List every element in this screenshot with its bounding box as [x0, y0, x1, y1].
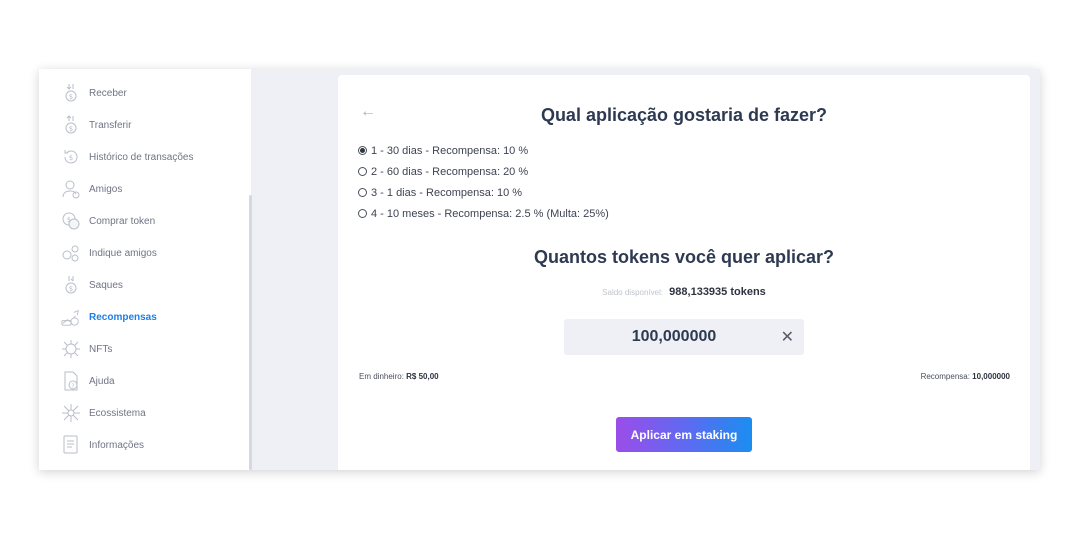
available-balance: Saldo disponível: 988,133935 tokens [530, 286, 838, 298]
balance-value: 988,133935 tokens [669, 286, 766, 298]
reward-estimate: Recompensa: 10,000000 [921, 372, 1010, 381]
sidebar-item-label: Histórico de transações [89, 151, 194, 163]
option-label: 3 - 1 dias - Recompensa: 10 % [371, 186, 523, 199]
buy-token-icon: $ [61, 210, 81, 232]
app-window: $ Receber $ Transferir $ Histórico de tr… [39, 69, 1040, 470]
sidebar-item-ecossistema[interactable]: Ecossistema [61, 400, 146, 426]
sidebar-item-transferir[interactable]: $ Transferir [61, 112, 131, 138]
balance-label: Saldo disponível: [602, 288, 664, 297]
option-radio-4[interactable]: 4 - 10 meses - Recompensa: 2.5 % (Multa:… [358, 203, 609, 224]
sidebar-item-indique-amigos[interactable]: Indique amigos [61, 240, 157, 266]
tokens-title: Quantos tokens você quer aplicar? [533, 247, 835, 267]
sidebar-scrollbar[interactable] [249, 195, 252, 470]
svg-text:?: ? [71, 383, 74, 390]
sidebar-item-receber[interactable]: $ Receber [61, 80, 127, 106]
nft-icon [61, 338, 81, 360]
sidebar-item-nfts[interactable]: NFTs [61, 336, 112, 362]
sidebar-item-label: Ecossistema [89, 407, 146, 419]
refer-friends-icon [61, 242, 81, 264]
withdraw-icon: $ [61, 274, 81, 296]
cash-equivalent: Em dinheiro: R$ 50,00 [359, 372, 439, 381]
help-icon: ? [61, 370, 81, 392]
option-radio-1[interactable]: 1 - 30 dias - Recompensa: 10 % [358, 140, 609, 161]
svg-text:$: $ [67, 216, 71, 224]
sidebar-item-label: Informações [89, 439, 145, 451]
option-radio-3[interactable]: 3 - 1 dias - Recompensa: 10 % [358, 182, 609, 203]
option-radio-2[interactable]: 2 - 60 dias - Recompensa: 20 % [358, 161, 609, 182]
svg-text:$: $ [69, 154, 73, 162]
staking-options: 1 - 30 dias - Recompensa: 10 % 2 - 60 di… [358, 140, 609, 224]
option-label: 2 - 60 dias - Recompensa: 20 % [371, 165, 529, 178]
svg-text:$: $ [69, 125, 73, 133]
radio-unselected-icon[interactable] [358, 188, 367, 197]
reward-value: 10,000000 [972, 372, 1010, 381]
amount-value[interactable]: 100,000000 [564, 328, 784, 346]
sidebar-item-comprar-token[interactable]: $ Comprar token [61, 208, 155, 234]
clear-icon[interactable]: ✕ [781, 327, 794, 347]
sidebar-item-informacoes[interactable]: Informações [61, 432, 144, 458]
info-document-icon [61, 434, 81, 456]
sidebar-item-ajuda[interactable]: ? Ajuda [61, 368, 115, 394]
sidebar-item-label: Transferir [89, 119, 132, 131]
cash-label: Em dinheiro: [359, 372, 404, 381]
sidebar-item-saques[interactable]: $ Saques [61, 272, 123, 298]
amount-input[interactable]: 100,000000 ✕ [564, 319, 804, 355]
sidebar-item-label: Recompensas [89, 311, 157, 323]
radio-unselected-icon[interactable] [358, 209, 367, 218]
sidebar-item-historico[interactable]: $ Histórico de transações [61, 144, 194, 170]
transfer-coin-icon: $ [61, 114, 81, 136]
svg-text:$: $ [69, 93, 73, 101]
sidebar-item-label: Ajuda [89, 375, 115, 387]
page-title: Qual aplicação gostaria de fazer? [540, 105, 828, 125]
sidebar-item-label: Comprar token [89, 215, 156, 227]
option-label: 1 - 30 dias - Recompensa: 10 % [371, 144, 529, 157]
friends-icon [61, 178, 81, 200]
sidebar-item-label: NFTs [89, 343, 113, 355]
sidebar-item-label: Receber [89, 87, 127, 99]
staking-panel: ← Qual aplicação gostaria de fazer? 1 - … [338, 75, 1030, 470]
sidebar: $ Receber $ Transferir $ Histórico de tr… [39, 69, 251, 470]
radio-unselected-icon[interactable] [358, 167, 367, 176]
cash-value: R$ 50,00 [406, 372, 439, 381]
option-label: 4 - 10 meses - Recompensa: 2.5 % (Multa:… [371, 207, 609, 220]
receive-coin-icon: $ [61, 82, 81, 104]
sidebar-item-amigos[interactable]: Amigos [61, 176, 122, 202]
apply-staking-button[interactable]: Aplicar em staking [616, 417, 752, 452]
sidebar-item-label: Indique amigos [89, 247, 157, 259]
rewards-icon [61, 306, 81, 328]
ecosystem-icon [61, 402, 81, 424]
sidebar-item-recompensas[interactable]: Recompensas [61, 304, 157, 330]
sidebar-item-label: Amigos [89, 183, 123, 195]
radio-selected-icon[interactable] [358, 146, 367, 155]
history-icon: $ [61, 146, 81, 168]
svg-text:$: $ [69, 285, 73, 293]
reward-label: Recompensa: [920, 372, 970, 381]
sidebar-item-label: Saques [89, 279, 123, 291]
